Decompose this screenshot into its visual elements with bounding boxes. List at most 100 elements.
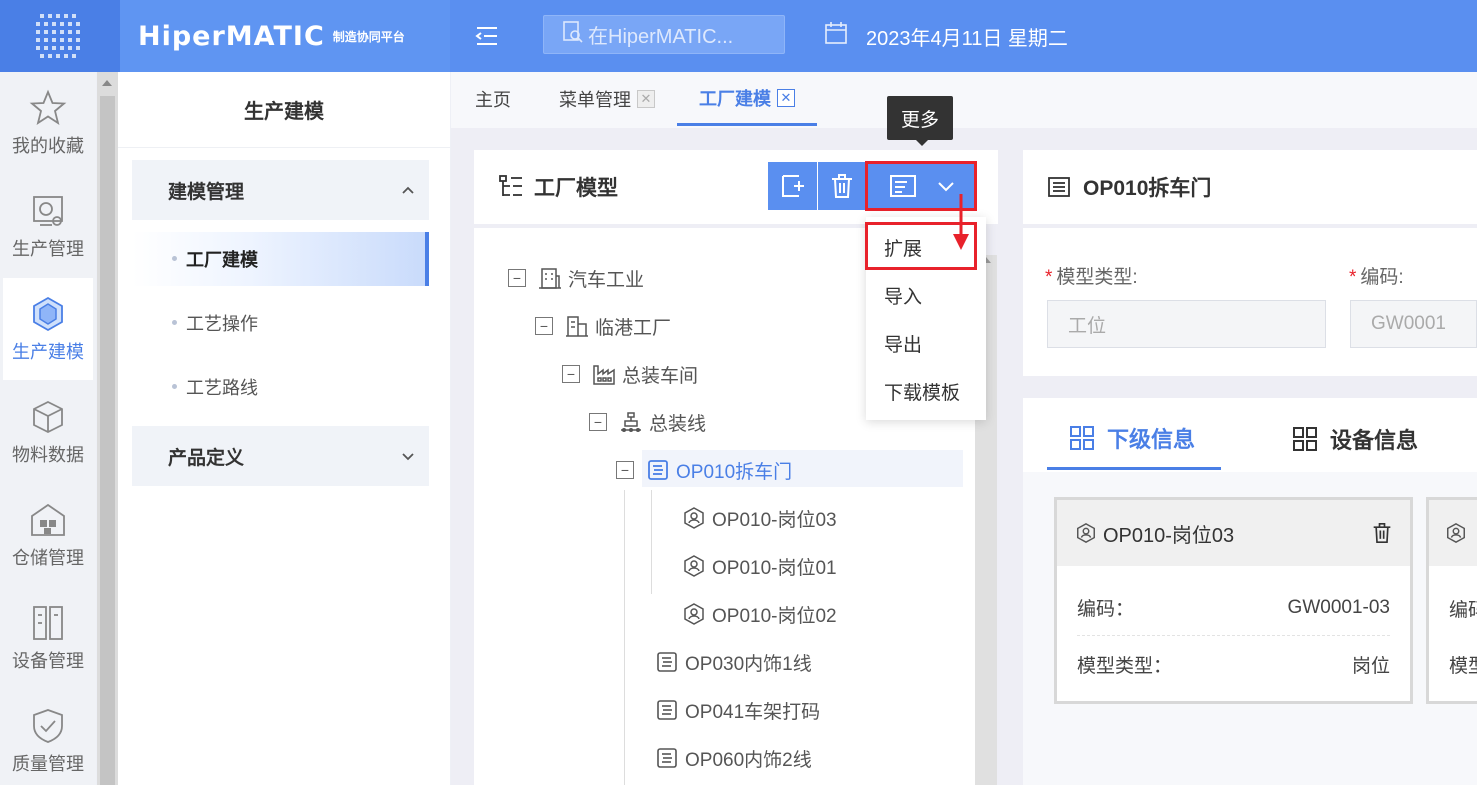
collapse-toggle[interactable]: −	[508, 269, 526, 287]
card-type-label: 模型类型：	[1077, 655, 1173, 677]
tree-guide-line	[624, 490, 625, 785]
tree-structure-icon	[499, 175, 522, 196]
tree-node-op041[interactable]: OP041车架打码	[655, 690, 820, 730]
tree-node-auto-industry[interactable]: − 汽车工业	[508, 258, 644, 298]
tree-node-op010-selected[interactable]: − OP010拆车门	[616, 450, 963, 490]
menu-item-download-template[interactable]: 下载模板	[866, 367, 986, 415]
tree-node-op060[interactable]: OP060内饰2线	[655, 738, 812, 778]
station-icon	[1077, 522, 1095, 544]
card-code-value: GW0001-03	[1287, 596, 1390, 618]
building-icon	[538, 266, 562, 290]
station-icon	[682, 554, 706, 578]
collapse-toggle[interactable]: −	[589, 413, 607, 431]
grid-icon	[1293, 427, 1317, 451]
tree-node-station-01[interactable]: OP010-岗位01	[682, 546, 837, 586]
tree-node-assembly-line[interactable]: − 总装线	[589, 402, 706, 442]
rail-scrollbar[interactable]	[97, 72, 118, 785]
rail-label: 生产建模	[12, 342, 84, 362]
submenu-group-product[interactable]: 产品定义	[132, 426, 429, 486]
rail-label: 仓储管理	[12, 548, 84, 568]
submenu-item-process-route[interactable]: 工艺路线	[132, 360, 429, 414]
submenu-item-factory-modeling[interactable]: 工厂建模	[132, 232, 429, 286]
node-label: OP041车架打码	[685, 701, 821, 723]
close-icon[interactable]: ✕	[777, 88, 795, 107]
node-label: OP010拆车门	[676, 461, 793, 483]
card2-code-label: 编码	[1449, 599, 1477, 621]
node-label: OP010-岗位02	[712, 605, 837, 627]
card-row-code: 编码： GW0001-03	[1077, 580, 1390, 636]
child-card-partial[interactable]: 编码 模型	[1426, 497, 1477, 704]
menu-fold-icon	[475, 27, 497, 45]
tree-node-station-03[interactable]: OP010-岗位03	[682, 498, 837, 538]
device-icon	[33, 606, 63, 640]
tree-panel-title: 工厂模型	[534, 177, 618, 200]
rail-item-material[interactable]: 物料数据	[3, 381, 93, 483]
node-label: OP010-岗位03	[712, 509, 837, 531]
tab-label: 菜单管理	[559, 90, 631, 110]
menu-item-label: 导出	[884, 334, 923, 356]
tab-label: 工厂建模	[699, 88, 771, 109]
collapse-toggle[interactable]: −	[616, 461, 634, 479]
rail-item-quality[interactable]: 质量管理	[3, 690, 93, 785]
child-card[interactable]: OP010-岗位03 编码： GW0001-03 模型类型： 岗位	[1054, 497, 1413, 704]
brand-subtitle: 制造协同平台	[332, 29, 405, 44]
rail-item-modeling[interactable]: 生产建模	[3, 278, 93, 380]
close-icon[interactable]: ✕	[637, 90, 655, 108]
rail-item-device[interactable]: 设备管理	[3, 587, 93, 689]
item-label: 工艺操作	[186, 314, 258, 334]
tab-label: 主页	[475, 90, 511, 110]
collapse-toggle[interactable]: −	[535, 317, 553, 335]
tab-menu-management[interactable]: 菜单管理 ✕	[559, 72, 655, 126]
menu-collapse-button[interactable]	[470, 20, 504, 52]
document-list-icon	[889, 175, 916, 197]
more-tooltip: 更多	[887, 96, 953, 146]
shield-icon	[33, 709, 63, 743]
date-text: 2023年4月11日 星期二	[866, 27, 1068, 50]
submenu-group-modeling[interactable]: 建模管理	[132, 160, 429, 220]
detail-header: OP010拆车门	[1023, 150, 1477, 224]
app-logo[interactable]	[0, 0, 120, 72]
tab-device-info[interactable]: 设备信息	[1292, 408, 1418, 470]
box-icon	[33, 400, 63, 434]
search-input[interactable]: 在HiperMATIC...	[543, 15, 785, 54]
rail-item-favorites[interactable]: 我的收藏	[3, 72, 93, 174]
code-label: * 编码:	[1349, 267, 1404, 288]
tab-label: 设备信息	[1330, 428, 1419, 453]
brand-name: HiperMATIC	[138, 20, 325, 52]
chevron-down-icon	[402, 453, 414, 461]
rail-item-warehouse[interactable]: 仓储管理	[3, 484, 93, 586]
tab-child-info[interactable]: 下级信息	[1047, 408, 1221, 470]
tab-factory-modeling[interactable]: 工厂建模 ✕	[677, 72, 817, 126]
model-type-field[interactable]: 工位	[1047, 300, 1326, 348]
red-arrow-icon	[953, 194, 969, 250]
chevron-up-icon	[402, 186, 414, 194]
cube-icon	[33, 296, 63, 332]
menu-item-import[interactable]: 导入	[866, 271, 986, 319]
node-label: 汽车工业	[568, 269, 645, 291]
tree-node-lingang-factory[interactable]: − 临港工厂	[535, 306, 671, 346]
list-doc-icon	[1048, 177, 1070, 197]
menu-item-label: 扩展	[884, 238, 923, 260]
star-icon	[29, 89, 67, 126]
delete-node-button[interactable]	[818, 162, 866, 210]
menu-item-label: 导入	[884, 286, 923, 308]
workshop-icon	[592, 362, 616, 386]
trash-icon[interactable]	[1372, 522, 1392, 544]
process-icon	[655, 650, 679, 674]
tab-home[interactable]: 主页	[475, 72, 511, 126]
station-icon	[682, 602, 706, 626]
rail-label: 物料数据	[12, 445, 84, 465]
add-node-button[interactable]	[768, 162, 817, 210]
rail-item-production[interactable]: 生产管理	[3, 175, 93, 277]
collapse-toggle[interactable]: −	[562, 365, 580, 383]
tree-node-op030[interactable]: OP030内饰1线	[655, 642, 812, 682]
node-label: 总装车间	[622, 365, 699, 387]
menu-item-export[interactable]: 导出	[866, 319, 986, 367]
tree-node-assembly-workshop[interactable]: − 总装车间	[562, 354, 698, 394]
detail-form: * 模型类型: * 编码: 工位 GW0001	[1023, 228, 1477, 376]
submenu-item-process-op[interactable]: 工艺操作	[132, 296, 429, 350]
calendar-icon	[824, 21, 848, 51]
tree-node-station-02[interactable]: OP010-岗位02	[682, 594, 837, 634]
code-field[interactable]: GW0001	[1350, 300, 1477, 348]
card-row-type: 模型类型： 岗位	[1077, 636, 1390, 692]
